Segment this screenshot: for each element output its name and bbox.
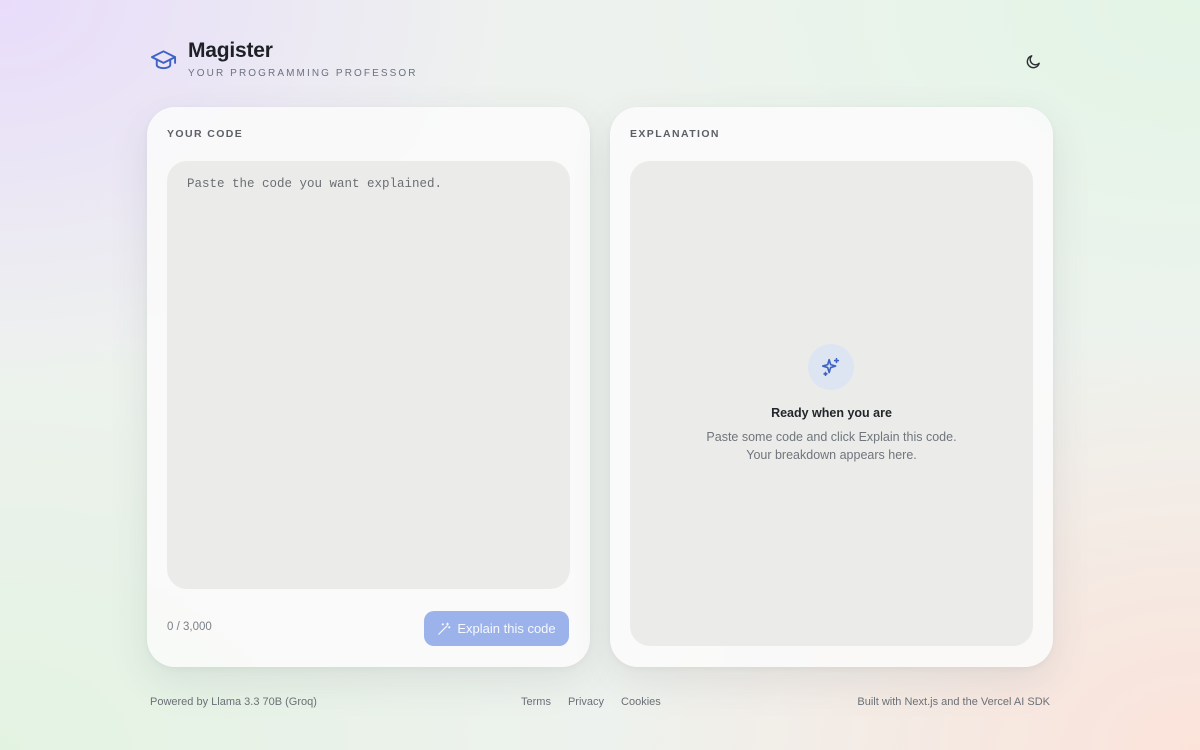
explain-code-button[interactable]: Explain this code xyxy=(424,611,569,646)
built-with-text: Built with Next.js and the Vercel AI SDK xyxy=(857,696,1050,708)
app-subtitle: YOUR PROGRAMMING PROFESSOR xyxy=(188,68,418,79)
privacy-link[interactable]: Privacy xyxy=(568,696,604,708)
app-footer: Powered by Llama 3.3 70B (Groq) Terms Pr… xyxy=(150,696,1050,712)
footer-links: Terms Privacy Cookies xyxy=(521,696,661,708)
explain-button-label: Explain this code xyxy=(457,621,556,636)
empty-state-description: Paste some code and click Explain this c… xyxy=(630,428,1033,464)
char-counter: 0 / 3,000 xyxy=(167,621,212,633)
empty-state-line-2: Your breakdown appears here. xyxy=(746,448,917,462)
explanation-output: Ready when you are Paste some code and c… xyxy=(630,161,1033,646)
code-input[interactable] xyxy=(167,161,570,589)
app-header: Magister YOUR PROGRAMMING PROFESSOR xyxy=(150,38,1050,86)
sparkles-icon xyxy=(808,344,854,390)
code-panel: YOUR CODE 0 / 3,000 Explain this code xyxy=(147,107,590,667)
code-panel-label: YOUR CODE xyxy=(167,128,244,140)
cookies-link[interactable]: Cookies xyxy=(621,696,661,708)
empty-state-line-1: Paste some code and click Explain this c… xyxy=(706,430,957,444)
explanation-panel: EXPLANATION Ready when you are Paste som… xyxy=(610,107,1053,667)
moon-icon xyxy=(1026,54,1040,68)
terms-link[interactable]: Terms xyxy=(521,696,551,708)
theme-toggle-button[interactable] xyxy=(1022,50,1044,72)
app-title: Magister xyxy=(188,39,273,62)
empty-state-title: Ready when you are xyxy=(771,406,892,420)
powered-by-text: Powered by Llama 3.3 70B (Groq) xyxy=(150,696,317,708)
magic-wand-icon xyxy=(438,622,451,635)
graduation-cap-icon xyxy=(150,48,177,72)
explanation-panel-label: EXPLANATION xyxy=(630,128,720,140)
